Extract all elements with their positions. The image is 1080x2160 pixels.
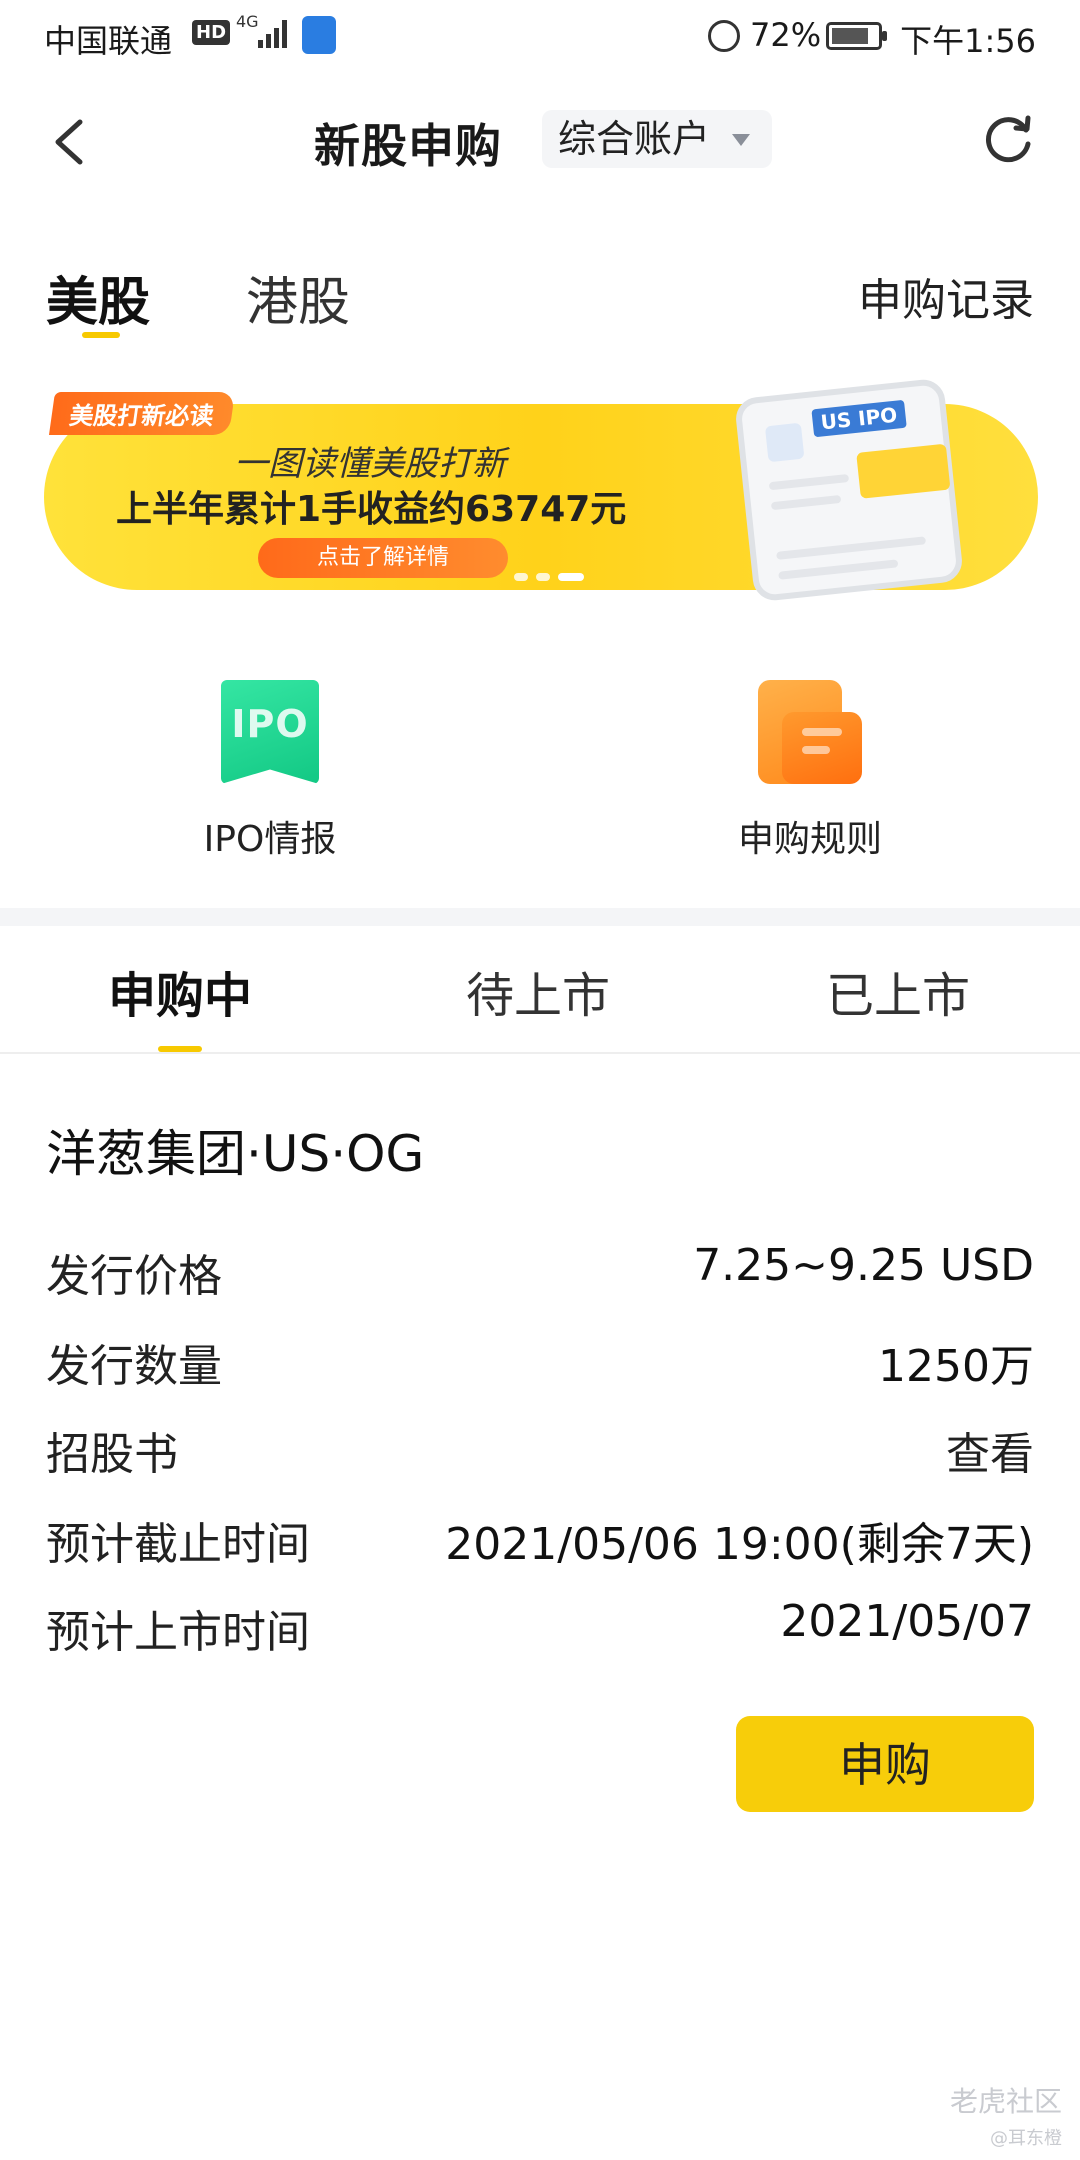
field-value: 2021/05/06 19:00(剩余7天) [445, 1519, 1034, 1570]
tab-us-stocks[interactable]: 美股 [46, 260, 150, 335]
section-divider [0, 908, 1080, 926]
view-prospectus-link[interactable]: 查看 [946, 1418, 1034, 1482]
tab-listed[interactable]: 已上市 [826, 956, 970, 1026]
banner-badge: 美股打新必读 [48, 392, 236, 435]
field-label: 发行价格 [46, 1251, 222, 1302]
active-tab-indicator [82, 332, 120, 338]
active-tab-indicator [158, 1046, 202, 1052]
account-label: 综合账户 [558, 117, 711, 161]
status-bar: 中国联通 HD 4G 72% 下午1:56 [0, 0, 1080, 72]
carrier-label: 中国联通 [44, 22, 173, 60]
watermark-main: 老虎社区 [949, 2085, 1062, 2118]
quick-entries: IPO IPO情报 申购规则 [0, 680, 1080, 880]
tab-subscribing[interactable]: 申购中 [108, 956, 252, 1026]
alarm-icon [708, 20, 740, 52]
chart-icon [764, 422, 805, 463]
phone-illustration: US IPO [733, 377, 965, 603]
field-label: 预计上市时间 [46, 1607, 310, 1658]
field-label: 发行数量 [46, 1341, 222, 1392]
hd-badge: HD [192, 20, 231, 45]
battery-percent: 72% [750, 16, 822, 54]
signal-icon [258, 18, 292, 48]
banner-pagination-dots [514, 566, 592, 585]
subscribe-button[interactable]: 申购 [736, 1716, 1034, 1812]
field-label: 预计截止时间 [46, 1519, 310, 1570]
issue-price-row: 发行价格 7.25~9.25 USD [46, 1240, 1034, 1302]
subscription-records-link[interactable]: 申购记录 [858, 264, 1034, 328]
document-icon [758, 680, 862, 784]
page-title: 新股申购 [314, 119, 502, 173]
nav-bar: 新股申购 综合账户 [0, 96, 1080, 186]
field-value: 1250万 [878, 1341, 1034, 1392]
subscription-rules-label: 申购规则 [737, 819, 882, 860]
subscription-rules-entry[interactable]: 申购规则 [660, 680, 960, 862]
listing-date-row: 预计上市时间 2021/05/07 [46, 1596, 1034, 1658]
tab-hk-stocks[interactable]: 港股 [246, 260, 350, 335]
banner-subtitle: 一图读懂美股打新 [234, 444, 506, 484]
banner-headline: 上半年累计1手收益约63747元 [116, 489, 627, 530]
deadline-row: 预计截止时间 2021/05/06 19:00(剩余7天) [46, 1508, 1034, 1570]
field-value: 2021/05/07 [780, 1596, 1034, 1647]
back-arrow-icon[interactable] [50, 118, 90, 166]
ipo-subscription-page: 中国联通 HD 4G 72% 下午1:56 新股申购 综合账户 美股 港股 申购… [0, 0, 1080, 2160]
refresh-icon[interactable] [980, 112, 1036, 168]
issue-quantity-row: 发行数量 1250万 [46, 1330, 1034, 1392]
ipo-intel-label: IPO情报 [203, 819, 337, 860]
prospectus-row: 招股书 查看 [46, 1418, 1034, 1480]
ipo-intel-entry[interactable]: IPO IPO情报 [120, 680, 420, 862]
tab-pending-listing[interactable]: 待上市 [466, 956, 610, 1026]
account-selector[interactable]: 综合账户 [542, 110, 773, 168]
watermark: 老虎社区 @耳东橙 [950, 2080, 1062, 2150]
network-type: 4G [236, 12, 259, 31]
field-label: 招股书 [46, 1429, 178, 1480]
market-tabs: 美股 港股 申购记录 [0, 260, 1080, 350]
caret-down-icon [732, 134, 751, 146]
us-ipo-tag: US IPO [811, 399, 907, 438]
app-notification-icon [302, 16, 336, 54]
battery-icon [826, 22, 887, 50]
ipo-icon: IPO [221, 680, 319, 784]
clock: 下午1:56 [900, 22, 1036, 60]
field-value: 7.25~9.25 USD [693, 1240, 1034, 1291]
promo-banner[interactable]: 美股打新必读 一图读懂美股打新 上半年累计1手收益约63747元 点击了解详情 … [44, 377, 1038, 603]
ipo-status-tabs: 申购中 待上市 已上市 [0, 926, 1080, 1054]
banner-detail-button[interactable]: 点击了解详情 [258, 538, 508, 578]
stock-name[interactable]: 洋葱集团·US·OG [46, 1114, 424, 1186]
watermark-sub: @耳东橙 [990, 2128, 1062, 2149]
